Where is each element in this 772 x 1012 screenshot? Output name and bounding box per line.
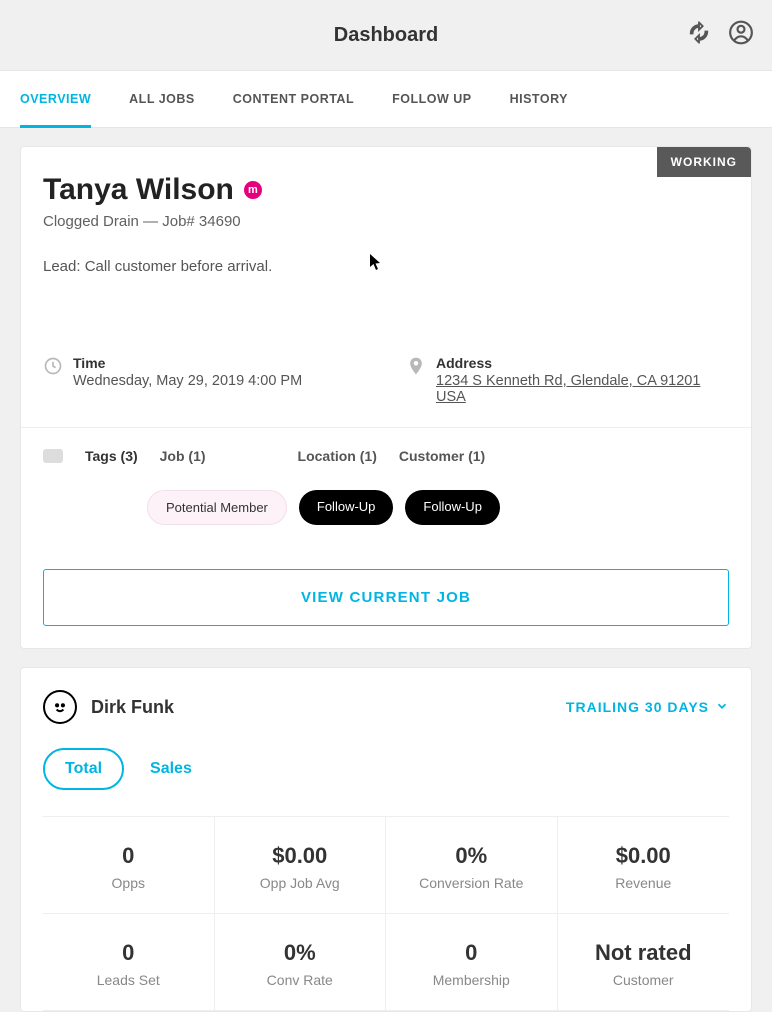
stat-value: 0: [51, 843, 206, 869]
clock-icon: [43, 356, 63, 405]
stats-card: Dirk Funk TRAILING 30 DAYS Total Sales 0…: [20, 667, 752, 1012]
stat-label: Customer: [566, 972, 722, 988]
chevron-down-icon: [715, 699, 729, 716]
job-subtitle: Clogged Drain — Job# 34690: [43, 213, 729, 230]
time-value: Wednesday, May 29, 2019 4:00 PM: [73, 373, 302, 389]
sync-icon[interactable]: [688, 22, 710, 49]
tag-category-location[interactable]: Location (1): [298, 448, 377, 464]
view-current-job-button[interactable]: VIEW CURRENT JOB: [43, 569, 729, 626]
stat-value: Not rated: [566, 940, 722, 966]
tags-count: Tags (3): [85, 448, 138, 464]
tab-history[interactable]: HISTORY: [510, 71, 568, 127]
address-label: Address: [436, 355, 729, 371]
stat-label: Conv Rate: [223, 972, 378, 988]
tag-category-customer[interactable]: Customer (1): [399, 448, 485, 464]
header-actions: [688, 20, 754, 51]
stat-label: Opps: [51, 875, 206, 891]
nav-tabs: OVERVIEW ALL JOBS CONTENT PORTAL FOLLOW …: [0, 70, 772, 128]
stat-label: Revenue: [566, 875, 722, 891]
segmented-control: Total Sales: [21, 738, 751, 816]
address-value[interactable]: 1234 S Kenneth Rd, Glendale, CA 91201 US…: [436, 373, 729, 405]
stat-value: 0: [394, 940, 549, 966]
stat-label: Opp Job Avg: [223, 875, 378, 891]
stat-label: Membership: [394, 972, 549, 988]
stat-opp-job-avg: $0.00 Opp Job Avg: [215, 817, 387, 914]
stat-value: $0.00: [223, 843, 378, 869]
stat-membership: 0 Membership: [386, 914, 558, 1011]
segment-total[interactable]: Total: [43, 748, 124, 790]
user-name: Dirk Funk: [91, 697, 174, 718]
tab-follow-up[interactable]: FOLLOW UP: [392, 71, 472, 127]
stat-conversion-rate: 0% Conversion Rate: [386, 817, 558, 914]
job-card: WORKING Tanya Wilson m Clogged Drain — J…: [20, 146, 752, 649]
stat-value: $0.00: [566, 843, 722, 869]
stats-grid: 0 Opps $0.00 Opp Job Avg 0% Conversion R…: [43, 816, 729, 1011]
membership-icon: m: [244, 181, 262, 199]
address-block: Address 1234 S Kenneth Rd, Glendale, CA …: [406, 355, 729, 405]
tags-section: Tags (3) Job (1) Location (1) Customer (…: [21, 428, 751, 547]
tab-content-portal[interactable]: CONTENT PORTAL: [233, 71, 354, 127]
stat-value: 0%: [223, 940, 378, 966]
tag-category-job[interactable]: Job (1): [160, 448, 206, 464]
status-badge: WORKING: [657, 147, 751, 177]
segment-sales[interactable]: Sales: [150, 760, 192, 778]
tag-chip[interactable]: Potential Member: [147, 490, 287, 525]
stat-label: Conversion Rate: [394, 875, 549, 891]
stat-conv-rate: 0% Conv Rate: [215, 914, 387, 1011]
customer-name: Tanya Wilson: [43, 173, 234, 207]
lead-note: Lead: Call customer before arrival.: [43, 258, 729, 275]
tab-all-jobs[interactable]: ALL JOBS: [129, 71, 195, 127]
stat-label: Leads Set: [51, 972, 206, 988]
stat-customer-rating: Not rated Customer: [558, 914, 730, 1011]
trailing-label: TRAILING 30 DAYS: [566, 699, 709, 715]
time-block: Time Wednesday, May 29, 2019 4:00 PM: [43, 355, 366, 405]
stat-opps: 0 Opps: [43, 817, 215, 914]
stat-value: 0%: [394, 843, 549, 869]
tag-chip[interactable]: Follow-Up: [405, 490, 500, 525]
stat-revenue: $0.00 Revenue: [558, 817, 730, 914]
avatar: [43, 690, 77, 724]
app-header: Dashboard: [0, 0, 772, 70]
stat-leads-set: 0 Leads Set: [43, 914, 215, 1011]
page-title: Dashboard: [334, 24, 438, 47]
tag-chip[interactable]: Follow-Up: [299, 490, 394, 525]
time-label: Time: [73, 355, 302, 371]
profile-icon[interactable]: [728, 20, 754, 51]
location-pin-icon: [406, 356, 426, 405]
trailing-period-dropdown[interactable]: TRAILING 30 DAYS: [566, 699, 729, 716]
tag-icon: [43, 449, 63, 463]
stat-value: 0: [51, 940, 206, 966]
tab-overview[interactable]: OVERVIEW: [20, 71, 91, 127]
